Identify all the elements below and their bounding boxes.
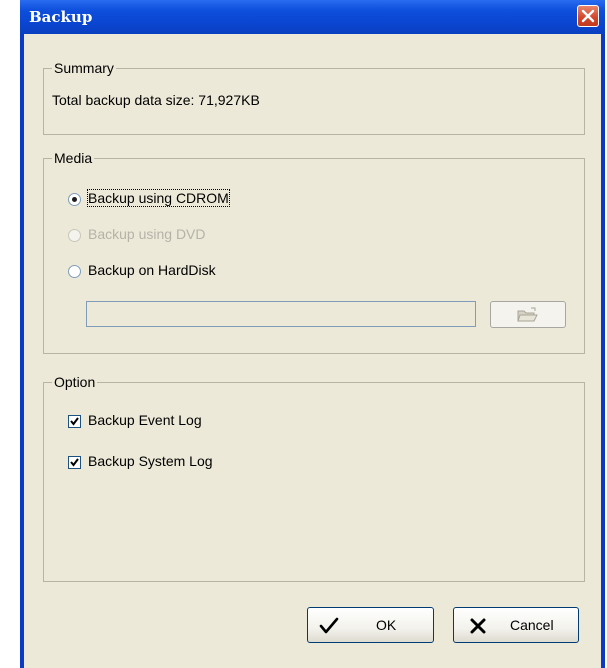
browse-button[interactable] xyxy=(490,301,566,328)
window-title: Backup xyxy=(29,8,93,26)
system-log-checkbox[interactable] xyxy=(68,456,81,469)
cancel-button[interactable]: Cancel xyxy=(453,607,579,643)
radio-dvd-label: Backup using DVD xyxy=(88,226,206,242)
radio-dvd xyxy=(68,229,81,242)
check-icon xyxy=(70,417,79,426)
close-icon xyxy=(581,9,595,23)
event-log-checkbox[interactable] xyxy=(68,415,81,428)
system-log-label[interactable]: Backup System Log xyxy=(88,453,213,469)
summary-group: Summary Total backup data size: 71,927KB xyxy=(43,59,585,135)
ok-label: OK xyxy=(376,617,397,633)
close-button[interactable] xyxy=(577,5,599,27)
option-group: Option Backup Event Log Backup System Lo… xyxy=(43,373,585,582)
radio-cdrom-label[interactable]: Backup using CDROM xyxy=(87,189,230,207)
backup-size-text: Total backup data size: 71,927KB xyxy=(52,92,260,108)
checkmark-icon xyxy=(319,617,339,634)
option-group-label: Option xyxy=(52,373,98,391)
media-group-label: Media xyxy=(52,149,95,167)
ok-button[interactable]: OK xyxy=(307,607,434,643)
radio-harddisk-label[interactable]: Backup on HardDisk xyxy=(88,262,216,278)
check-icon xyxy=(70,458,79,467)
x-mark-icon xyxy=(470,618,486,634)
backup-dialog: Backup Summary Total backup data size: 7… xyxy=(20,0,605,668)
summary-group-label: Summary xyxy=(52,59,116,77)
cancel-label: Cancel xyxy=(510,617,554,633)
event-log-label[interactable]: Backup Event Log xyxy=(88,412,202,428)
title-bar[interactable]: Backup xyxy=(20,0,605,34)
radio-cdrom[interactable] xyxy=(68,193,81,206)
radio-harddisk[interactable] xyxy=(68,265,81,278)
folder-open-icon xyxy=(517,307,538,322)
harddisk-path-input[interactable] xyxy=(86,301,476,327)
media-group: Media Backup using CDROM Backup using DV… xyxy=(43,149,585,354)
dialog-body: Summary Total backup data size: 71,927KB… xyxy=(24,34,601,668)
